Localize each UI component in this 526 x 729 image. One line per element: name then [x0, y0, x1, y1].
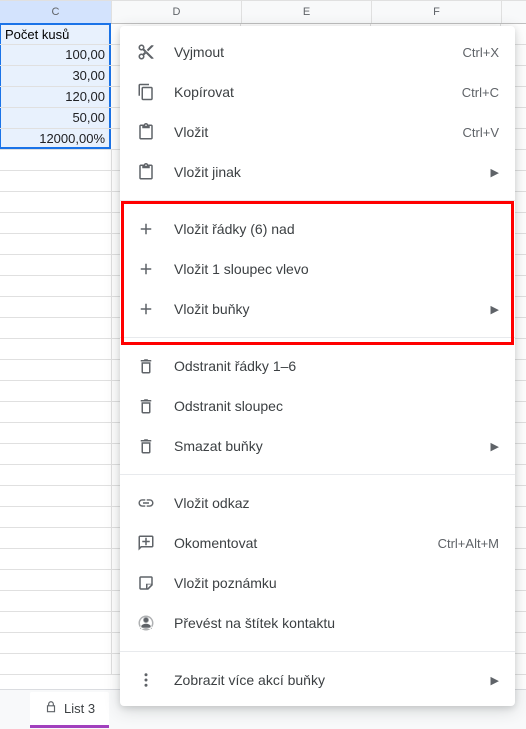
cell[interactable]	[0, 528, 112, 548]
col-header-c[interactable]: C	[0, 1, 112, 23]
menu-label: Okomentovat	[174, 535, 420, 551]
cell[interactable]	[0, 444, 112, 464]
cell[interactable]	[0, 150, 112, 170]
cell-c2[interactable]: 100,00	[0, 45, 111, 65]
cell[interactable]	[0, 654, 112, 674]
cell[interactable]	[0, 297, 112, 317]
note-icon	[136, 573, 156, 593]
menu-shortcut: Ctrl+Alt+M	[438, 536, 499, 551]
col-header-d[interactable]: D	[112, 1, 242, 23]
cell[interactable]	[0, 402, 112, 422]
menu-label: Smazat buňky	[174, 438, 473, 454]
menu-shortcut: Ctrl+X	[463, 45, 499, 60]
column-headers: C D E F	[0, 0, 526, 24]
submenu-arrow-icon: ▶	[491, 166, 499, 179]
paste-icon	[136, 122, 156, 142]
cell[interactable]	[0, 423, 112, 443]
plus-icon	[136, 219, 156, 239]
submenu-arrow-icon: ▶	[491, 674, 499, 687]
menu-label: Vyjmout	[174, 44, 445, 60]
menu-label: Vložit poznámku	[174, 575, 499, 591]
cell[interactable]	[0, 465, 112, 485]
cell[interactable]	[0, 234, 112, 254]
menu-item-copy[interactable]: Kopírovat Ctrl+C	[120, 72, 515, 112]
menu-separator	[120, 651, 515, 652]
link-icon	[136, 493, 156, 513]
menu-shortcut: Ctrl+V	[463, 125, 499, 140]
menu-separator	[120, 200, 515, 201]
menu-item-clear-cells[interactable]: Smazat buňky ▶	[120, 426, 515, 466]
menu-item-paste[interactable]: Vložit Ctrl+V	[120, 112, 515, 152]
cell[interactable]	[0, 570, 112, 590]
cell-c1[interactable]: Počet kusů	[0, 23, 111, 44]
menu-shortcut: Ctrl+C	[462, 85, 499, 100]
cell-c4[interactable]: 120,00	[0, 87, 111, 107]
submenu-arrow-icon: ▶	[491, 440, 499, 453]
submenu-arrow-icon: ▶	[491, 303, 499, 316]
menu-label: Vložit jinak	[174, 164, 473, 180]
cell[interactable]	[0, 276, 112, 296]
cell-c3[interactable]: 30,00	[0, 66, 111, 86]
cell[interactable]	[0, 318, 112, 338]
trash-icon	[136, 396, 156, 416]
cell[interactable]	[0, 507, 112, 527]
menu-label: Vložit řádky (6) nad	[174, 221, 499, 237]
menu-item-people-chip[interactable]: Převést na štítek kontaktu	[120, 603, 515, 643]
paste-special-icon	[136, 162, 156, 182]
menu-item-more-actions[interactable]: Zobrazit více akcí buňky ▶	[120, 660, 515, 700]
context-menu: Vyjmout Ctrl+X Kopírovat Ctrl+C Vložit C…	[120, 26, 515, 706]
plus-icon	[136, 299, 156, 319]
menu-item-delete-rows[interactable]: Odstranit řádky 1–6	[120, 346, 515, 386]
cell[interactable]	[0, 381, 112, 401]
menu-item-cut[interactable]: Vyjmout Ctrl+X	[120, 32, 515, 72]
plus-icon	[136, 259, 156, 279]
menu-label: Vložit 1 sloupec vlevo	[174, 261, 499, 277]
more-vert-icon	[136, 670, 156, 690]
menu-item-insert-column[interactable]: Vložit 1 sloupec vlevo	[120, 249, 515, 289]
menu-label: Odstranit sloupec	[174, 398, 499, 414]
cell[interactable]	[0, 213, 112, 233]
menu-label: Převést na štítek kontaktu	[174, 615, 499, 631]
cut-icon	[136, 42, 156, 62]
trash-icon	[136, 356, 156, 376]
cell[interactable]	[0, 633, 112, 653]
menu-label: Odstranit řádky 1–6	[174, 358, 499, 374]
cell-c5[interactable]: 50,00	[0, 108, 111, 128]
menu-label: Vložit buňky	[174, 301, 473, 317]
menu-separator	[120, 474, 515, 475]
menu-item-insert-rows[interactable]: Vložit řádky (6) nad	[120, 209, 515, 249]
cell[interactable]	[0, 255, 112, 275]
cell[interactable]	[0, 192, 112, 212]
sheet-tab-active[interactable]: List 3	[30, 692, 109, 728]
menu-item-delete-column[interactable]: Odstranit sloupec	[120, 386, 515, 426]
menu-separator	[120, 337, 515, 338]
cell[interactable]	[0, 486, 112, 506]
cell[interactable]	[0, 612, 112, 632]
cell[interactable]	[0, 171, 112, 191]
comment-icon	[136, 533, 156, 553]
menu-label: Vložit odkaz	[174, 495, 499, 511]
lock-icon	[44, 700, 58, 717]
menu-label: Zobrazit více akcí buňky	[174, 672, 473, 688]
menu-label: Kopírovat	[174, 84, 444, 100]
person-chip-icon	[136, 613, 156, 633]
menu-item-insert-cells[interactable]: Vložit buňky ▶	[120, 289, 515, 329]
menu-item-paste-special[interactable]: Vložit jinak ▶	[120, 152, 515, 192]
sheet-tab-label: List 3	[64, 701, 95, 716]
cell[interactable]	[0, 339, 112, 359]
trash-icon	[136, 436, 156, 456]
menu-label: Vložit	[174, 124, 445, 140]
cell-c6[interactable]: 12000,00%	[0, 129, 111, 149]
menu-item-insert-link[interactable]: Vložit odkaz	[120, 483, 515, 523]
cell[interactable]	[0, 360, 112, 380]
col-header-f[interactable]: F	[372, 1, 502, 23]
cell[interactable]	[0, 549, 112, 569]
cell[interactable]	[0, 591, 112, 611]
copy-icon	[136, 82, 156, 102]
menu-item-comment[interactable]: Okomentovat Ctrl+Alt+M	[120, 523, 515, 563]
menu-item-insert-note[interactable]: Vložit poznámku	[120, 563, 515, 603]
col-header-e[interactable]: E	[242, 1, 372, 23]
